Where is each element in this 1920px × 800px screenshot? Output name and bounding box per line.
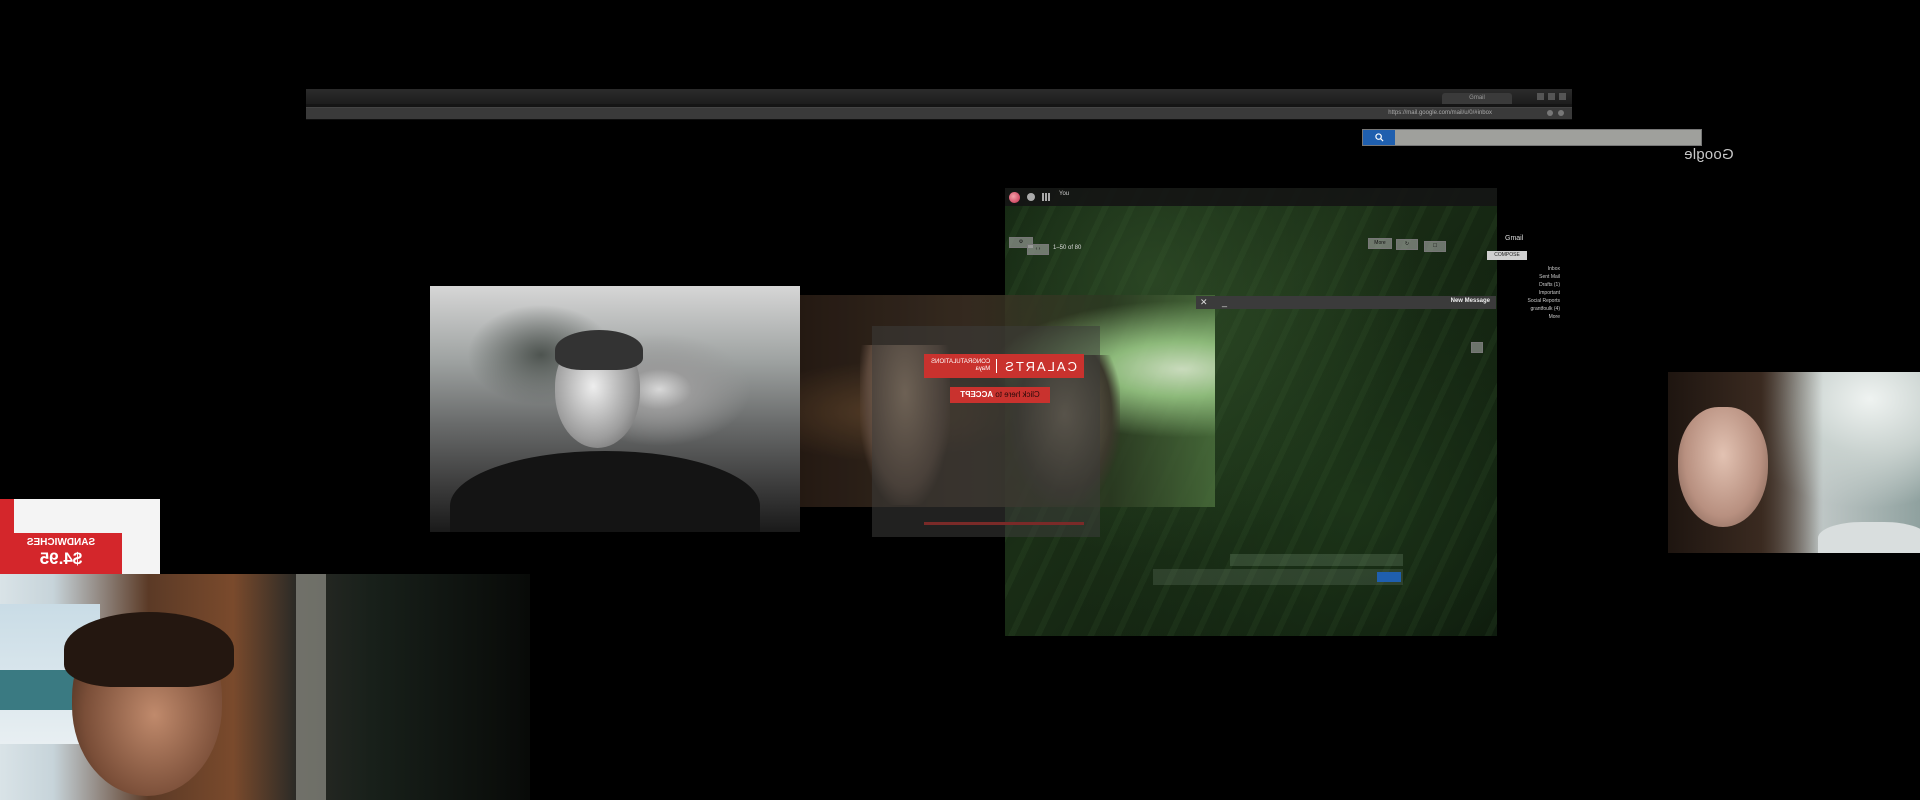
desktop-collage: Gmail https://mail.google.com/mail/u/0/#… xyxy=(0,0,1920,800)
portrait-body xyxy=(450,451,760,532)
refresh-button[interactable]: ↻ xyxy=(1396,239,1418,250)
compose-button[interactable]: COMPOSE xyxy=(1487,251,1527,260)
browser-tabbar: Gmail xyxy=(306,90,1572,104)
calarts-banner: CALARTS CONGRATULATIONS Maya xyxy=(924,354,1084,378)
more-button[interactable]: More xyxy=(1368,238,1392,249)
browser-tab[interactable]: Gmail xyxy=(1442,93,1512,104)
compose-toolbar xyxy=(1153,569,1403,585)
portrait-photo-bw xyxy=(430,286,800,532)
maximize-icon[interactable] xyxy=(1548,93,1555,100)
close-icon[interactable] xyxy=(1559,93,1566,100)
sign-red-edge xyxy=(0,499,14,535)
address-bar[interactable]: https://mail.google.com/mail/u/0/#inbox xyxy=(306,107,1572,119)
older-button[interactable]: ‹ › xyxy=(1027,244,1049,255)
folder-social[interactable]: Social Reports xyxy=(1500,298,1560,306)
google-logo: Google xyxy=(1684,146,1734,163)
accept-button[interactable]: Click here to ACCEPT xyxy=(950,387,1050,403)
sign-red-panel: SANDWICHES $4.95 xyxy=(0,533,122,574)
folder-sent[interactable]: Sent Mail xyxy=(1500,274,1560,282)
avatar[interactable] xyxy=(1009,192,1020,203)
browser-window-strip: Gmail https://mail.google.com/mail/u/0/#… xyxy=(306,89,1572,120)
gmail-user-label: You xyxy=(1059,191,1070,197)
page-indicator: 1–50 of 80 xyxy=(1053,245,1082,251)
google-search-input[interactable] xyxy=(1362,129,1702,146)
checkbox[interactable] xyxy=(1471,342,1483,353)
gmail-header-label[interactable]: Gmail xyxy=(1505,235,1523,242)
boy-background-pole xyxy=(296,574,326,800)
accept-word: ACCEPT xyxy=(960,390,994,399)
sign-text-price: $4.95 xyxy=(39,549,83,568)
sign-text-sandwiches: SANDWICHES xyxy=(26,537,96,548)
accept-prefix: Click here to xyxy=(993,390,1040,399)
folder-inbox[interactable]: Inbox xyxy=(1500,266,1560,274)
send-button[interactable] xyxy=(1377,572,1401,582)
minimize-icon[interactable] xyxy=(1537,93,1544,100)
boy-background-teal xyxy=(0,670,80,710)
calarts-congrats: CONGRATULATIONS Maya xyxy=(931,359,990,373)
gmail-folder-list: Inbox Sent Mail Drafts (1) Important Soc… xyxy=(1500,266,1560,322)
folder-grantfoulk[interactable]: grantfoulk (4) xyxy=(1500,306,1560,314)
apps-grid-icon[interactable] xyxy=(1042,193,1050,201)
boy-hair xyxy=(64,612,234,687)
search-icon xyxy=(1374,133,1384,142)
new-message-title: New Message xyxy=(1450,298,1490,304)
star-icon[interactable] xyxy=(1547,110,1553,116)
calarts-logo: CALARTS xyxy=(1003,358,1077,374)
new-message-bar[interactable]: ✕ _ New Message xyxy=(1196,296,1496,309)
close-icon[interactable]: ✕ xyxy=(1200,296,1208,309)
address-text: https://mail.google.com/mail/u/0/#inbox xyxy=(1388,110,1492,116)
minimize-icon[interactable]: _ xyxy=(1222,296,1227,309)
congrats-line2: Maya xyxy=(975,366,991,372)
portrait-hair xyxy=(555,330,643,370)
address-icons xyxy=(1547,110,1564,116)
message-body-field[interactable] xyxy=(1230,554,1403,566)
folder-important[interactable]: Important xyxy=(1500,290,1560,298)
folder-drafts[interactable]: Drafts (1) xyxy=(1500,282,1560,290)
divider xyxy=(996,359,998,373)
woman-video-frame xyxy=(1668,372,1920,553)
gmail-topbar: You xyxy=(1005,188,1497,206)
boy-video-frame xyxy=(0,574,530,800)
select-button[interactable]: ☐ xyxy=(1424,241,1446,252)
woman-face xyxy=(1678,407,1768,527)
woman-shirt xyxy=(1818,522,1920,553)
calarts-acceptance-popup: CALARTS CONGRATULATIONS Maya Click here … xyxy=(872,326,1100,537)
menu-icon[interactable] xyxy=(1558,110,1564,116)
notifications-icon[interactable] xyxy=(1027,193,1035,201)
sandwich-sign-image: SANDWICHES $4.95 xyxy=(0,499,160,574)
google-search-button[interactable] xyxy=(1363,130,1395,145)
window-controls xyxy=(1537,93,1566,100)
folder-more[interactable]: More xyxy=(1500,314,1560,322)
video-progress-bar[interactable] xyxy=(924,522,1084,525)
congrats-line1: CONGRATULATIONS xyxy=(931,359,991,365)
